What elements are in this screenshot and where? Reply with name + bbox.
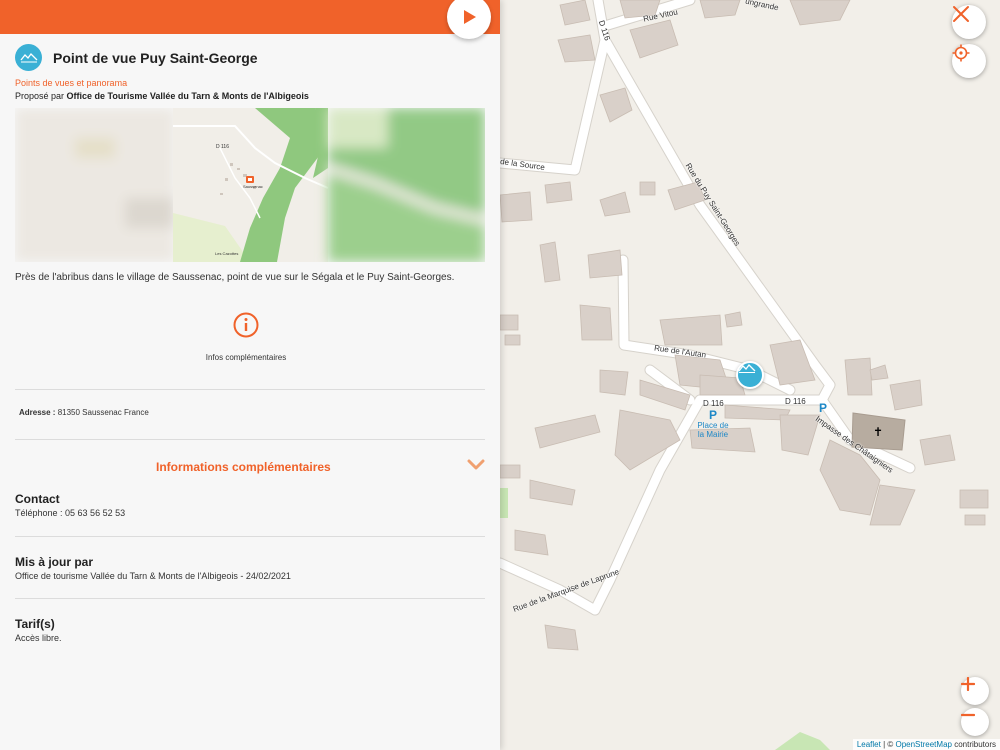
contact-section: Contact Téléphone : 05 63 56 52 53: [15, 492, 125, 518]
osm-link[interactable]: OpenStreetMap: [895, 740, 951, 749]
title-row: Point de vue Puy Saint-George: [15, 44, 258, 71]
map-attribution: Leaflet | © OpenStreetMap contributors: [852, 739, 1000, 750]
parking-label: P: [819, 401, 828, 415]
infos-complementaires-button[interactable]: Infos complémentaires: [200, 312, 292, 362]
close-button[interactable]: [952, 5, 986, 39]
category-label: Points de vues et panorama: [15, 78, 128, 88]
play-icon: [464, 10, 476, 24]
chevron-down-icon: [467, 459, 485, 470]
thumbnail-place-label: Les Cazottes: [215, 251, 238, 256]
updated-text: Office de tourisme Vallée du Tarn & Mont…: [15, 571, 291, 581]
crosshair-icon: [952, 44, 970, 62]
poi-marker[interactable]: [736, 361, 764, 389]
informations-complementaires-accordion[interactable]: Informations complémentaires: [15, 457, 485, 477]
location-map-thumbnail[interactable]: D 116 Saussenac Les Cazottes: [15, 108, 485, 262]
tarif-section: Tarif(s) Accès libre.: [15, 617, 62, 643]
leaflet-link[interactable]: Leaflet: [857, 740, 881, 749]
plus-icon: [961, 677, 975, 691]
close-icon: [953, 6, 969, 22]
panel-header-bar: [0, 0, 500, 34]
page-title: Point de vue Puy Saint-George: [53, 49, 258, 66]
divider: [15, 598, 485, 599]
locate-button[interactable]: [952, 44, 986, 78]
parking-label: P: [709, 408, 718, 422]
thumbnail-image: D 116 Saussenac Les Cazottes: [15, 108, 485, 262]
info-button-label: Infos complémentaires: [205, 353, 287, 362]
section-heading: Mis à jour par: [15, 555, 94, 569]
proposed-by: Proposé par Office de Tourisme Vallée du…: [15, 91, 309, 101]
minus-icon: [961, 713, 975, 717]
address: Adresse : 81350 Saussenac France: [19, 408, 149, 417]
thumbnail-road-label: D 116: [216, 144, 229, 150]
proposer-name: Office de Tourisme Vallée du Tarn & Mont…: [66, 91, 309, 101]
zoom-in-button[interactable]: [961, 677, 989, 705]
accordion-title: Informations complémentaires: [156, 460, 331, 474]
map-road-label: D 116: [703, 399, 724, 408]
divider: [15, 389, 485, 390]
svg-text:✝: ✝: [873, 425, 883, 439]
address-value: 81350 Saussenac France: [57, 408, 149, 417]
panorama-icon: [19, 53, 37, 63]
section-heading: Contact: [15, 492, 60, 506]
address-label: Adresse :: [19, 408, 56, 417]
tarif-text: Accès libre.: [15, 633, 62, 643]
updated-section: Mis à jour par Office de tourisme Vallée…: [15, 555, 291, 581]
category-badge: [15, 44, 42, 71]
detail-panel: Point de vue Puy Saint-George Points de …: [0, 0, 500, 750]
divider: [15, 439, 485, 440]
place-label: Place de la Mairie: [697, 421, 729, 439]
divider: [15, 536, 485, 537]
section-heading: Tarif(s): [15, 617, 55, 631]
map-road-label: D 116: [785, 397, 806, 406]
phone-text: Téléphone : 05 63 56 52 53: [15, 508, 126, 518]
description-text: Près de l'abribus dans le village de Sau…: [15, 272, 455, 283]
thumbnail-place-label: Saussenac: [243, 184, 263, 189]
panorama-icon: [738, 364, 756, 373]
zoom-out-button[interactable]: [961, 708, 989, 736]
info-icon: [233, 312, 259, 338]
